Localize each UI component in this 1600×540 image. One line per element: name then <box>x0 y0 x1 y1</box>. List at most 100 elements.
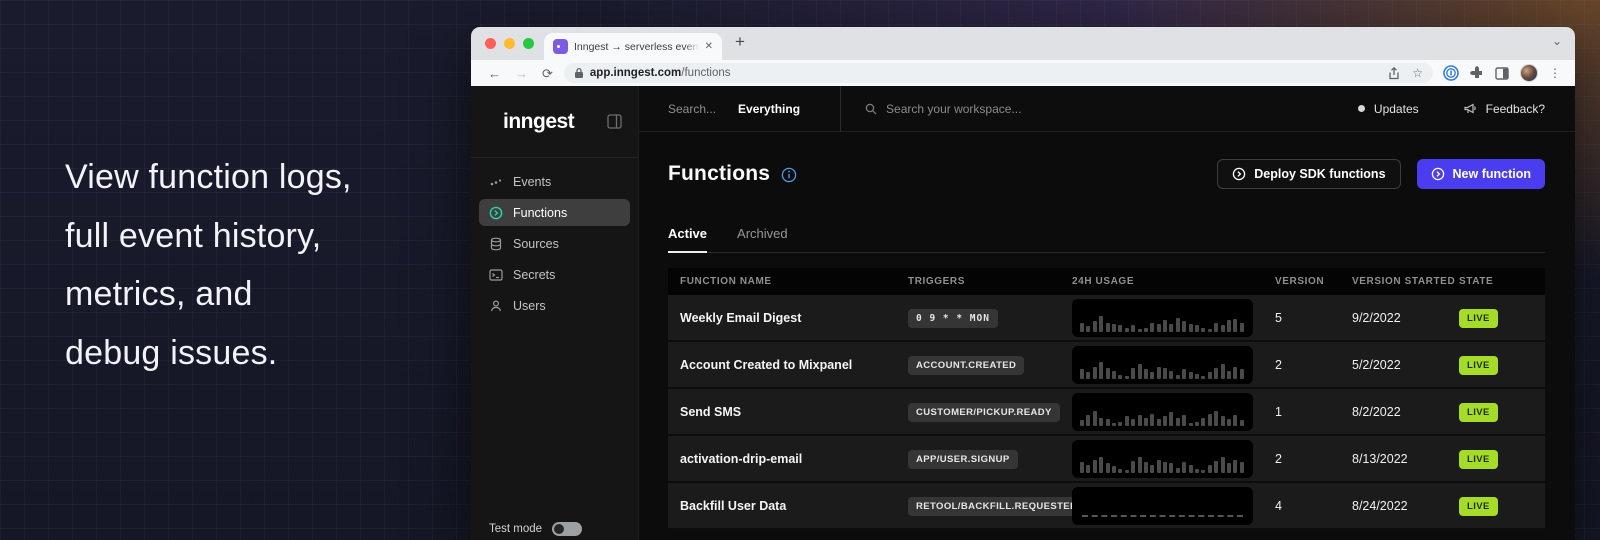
sidebar-item-users[interactable]: Users <box>479 292 630 319</box>
sidebar-item-secrets[interactable]: Secrets <box>479 261 630 288</box>
tab-search-chevron-icon[interactable]: ⌄ <box>1552 34 1562 48</box>
profile-avatar[interactable] <box>1520 64 1538 82</box>
version-value: 1 <box>1275 405 1352 419</box>
trigger-badge: RETOOL/BACKFILL.REQUESTED <box>908 497 1085 516</box>
updates-link[interactable]: Updates <box>1374 102 1419 116</box>
version-started-value: 8/2/2022 <box>1352 405 1459 419</box>
hero-line: debug issues. <box>65 324 352 383</box>
table-row[interactable]: Weekly Email Digest 0 9 * * MON 5 9/2/20… <box>668 295 1545 342</box>
tab-archived[interactable]: Archived <box>737 226 788 252</box>
function-state-tabs: Active Archived <box>668 226 1545 253</box>
version-value: 4 <box>1275 499 1352 513</box>
test-mode-label: Test mode <box>489 523 542 535</box>
trigger-badge: 0 9 * * MON <box>908 309 998 328</box>
inngest-favicon <box>553 39 568 54</box>
sidebar-item-label: Functions <box>513 206 567 220</box>
inngest-app: inngest Events <box>471 86 1575 540</box>
test-mode-toggle[interactable] <box>552 522 582 536</box>
table-row[interactable]: Send SMS CUSTOMER/PICKUP.READY 1 8/2/202… <box>668 389 1545 436</box>
lock-icon <box>574 67 584 79</box>
updates-dot-icon <box>1358 105 1365 112</box>
col-function-name: FUNCTION NAME <box>668 276 908 287</box>
table-row[interactable]: Account Created to Mixpanel ACCOUNT.CREA… <box>668 342 1545 389</box>
tab-active[interactable]: Active <box>668 226 707 253</box>
back-icon[interactable]: ← <box>488 67 501 80</box>
trigger-badge: CUSTOMER/PICKUP.READY <box>908 403 1060 422</box>
sidebar-item-label: Users <box>513 299 546 313</box>
version-started-value: 8/13/2022 <box>1352 452 1459 466</box>
hero-line: metrics, and <box>65 265 352 324</box>
table-row[interactable]: activation-drip-email APP/USER.SIGNUP 2 … <box>668 436 1545 483</box>
minimize-window-button[interactable] <box>504 38 515 49</box>
close-window-button[interactable] <box>485 38 496 49</box>
state-badge: LIVE <box>1459 356 1498 375</box>
browser-menu-icon[interactable]: ⋮ <box>1549 66 1561 80</box>
address-bar[interactable]: app.inngest.com/functions ☆ <box>564 63 1433 83</box>
events-icon <box>489 175 503 189</box>
extension-icons: ⋮ <box>1443 64 1561 82</box>
bookmark-star-icon[interactable]: ☆ <box>1412 67 1423 79</box>
function-name: Backfill User Data <box>668 499 908 513</box>
sidebar-header: inngest <box>471 86 638 158</box>
hero-headline: View function logs, full event history, … <box>65 148 352 382</box>
browser-window: Inngest → serverless event-dri ✕ + ⌄ ← →… <box>471 27 1575 540</box>
extensions-puzzle-icon[interactable] <box>1470 66 1484 80</box>
new-tab-button[interactable]: + <box>735 32 745 52</box>
browser-tab[interactable]: Inngest → serverless event-dri ✕ <box>544 33 722 60</box>
feedback-link[interactable]: Feedback? <box>1486 102 1545 116</box>
version-value: 2 <box>1275 358 1352 372</box>
info-icon[interactable] <box>781 167 797 183</box>
tab-title: Inngest → serverless event-dri <box>574 41 699 53</box>
collapse-sidebar-icon[interactable] <box>607 114 622 129</box>
usage-sparkline <box>1072 346 1253 384</box>
usage-sparkline <box>1072 440 1253 478</box>
col-24h-usage: 24H USAGE <box>1072 276 1275 287</box>
search-scope-everything[interactable]: Everything <box>738 102 800 116</box>
version-value: 2 <box>1275 452 1352 466</box>
address-host: app.inngest.com <box>590 67 681 79</box>
hero-line: View function logs, <box>65 148 352 207</box>
search-label: Search... <box>668 102 716 116</box>
topbar-divider <box>840 86 841 132</box>
reload-icon[interactable]: ⟳ <box>542 67 553 80</box>
app-sidebar: inngest Events <box>471 86 639 540</box>
usage-sparkline <box>1072 299 1253 337</box>
function-name: Send SMS <box>668 405 908 419</box>
address-path: /functions <box>681 67 730 79</box>
page-title: Functions <box>668 162 770 186</box>
function-name: Account Created to Mixpanel <box>668 358 908 372</box>
col-version-started: VERSION STARTED <box>1352 276 1459 287</box>
browser-toolbar: ← → ⟳ app.inngest.com/functions ☆ <box>471 60 1575 86</box>
functions-table: FUNCTION NAME TRIGGERS 24H USAGE VERSION… <box>668 268 1545 530</box>
deploy-circle-icon <box>1232 167 1246 181</box>
onepassword-extension-icon[interactable] <box>1443 65 1459 81</box>
deploy-sdk-functions-button[interactable]: Deploy SDK functions <box>1217 159 1400 189</box>
sidebar-item-events[interactable]: Events <box>479 168 630 195</box>
tab-close-icon[interactable]: ✕ <box>705 41 713 52</box>
version-started-value: 8/24/2022 <box>1352 499 1459 513</box>
functions-page: Functions Deploy SDK functions <box>639 132 1575 540</box>
share-icon[interactable] <box>1388 67 1400 80</box>
forward-icon[interactable]: → <box>515 67 528 80</box>
col-triggers: TRIGGERS <box>908 276 1072 287</box>
new-function-button[interactable]: New function <box>1417 159 1545 189</box>
trigger-badge: ACCOUNT.CREATED <box>908 356 1024 375</box>
workspace-search-input[interactable]: Search your workspace... <box>886 102 1021 116</box>
functions-icon <box>489 206 503 220</box>
col-version: VERSION <box>1275 276 1352 287</box>
search-icon <box>865 103 877 115</box>
side-panel-icon[interactable] <box>1495 67 1509 80</box>
sidebar-item-sources[interactable]: Sources <box>479 230 630 257</box>
sidebar-item-functions[interactable]: Functions <box>479 199 630 226</box>
workspace-topbar: Search... Everything Search your workspa… <box>639 86 1575 132</box>
inngest-logo: inngest <box>503 110 574 134</box>
sidebar-item-label: Secrets <box>513 268 555 282</box>
function-name: activation-drip-email <box>668 452 908 466</box>
hero-line: full event history, <box>65 207 352 266</box>
table-row[interactable]: Backfill User Data RETOOL/BACKFILL.REQUE… <box>668 483 1545 530</box>
sources-icon <box>489 237 503 251</box>
table-header: FUNCTION NAME TRIGGERS 24H USAGE VERSION… <box>668 268 1545 295</box>
maximize-window-button[interactable] <box>523 38 534 49</box>
col-state: STATE <box>1459 276 1545 287</box>
new-function-circle-icon <box>1431 167 1445 181</box>
